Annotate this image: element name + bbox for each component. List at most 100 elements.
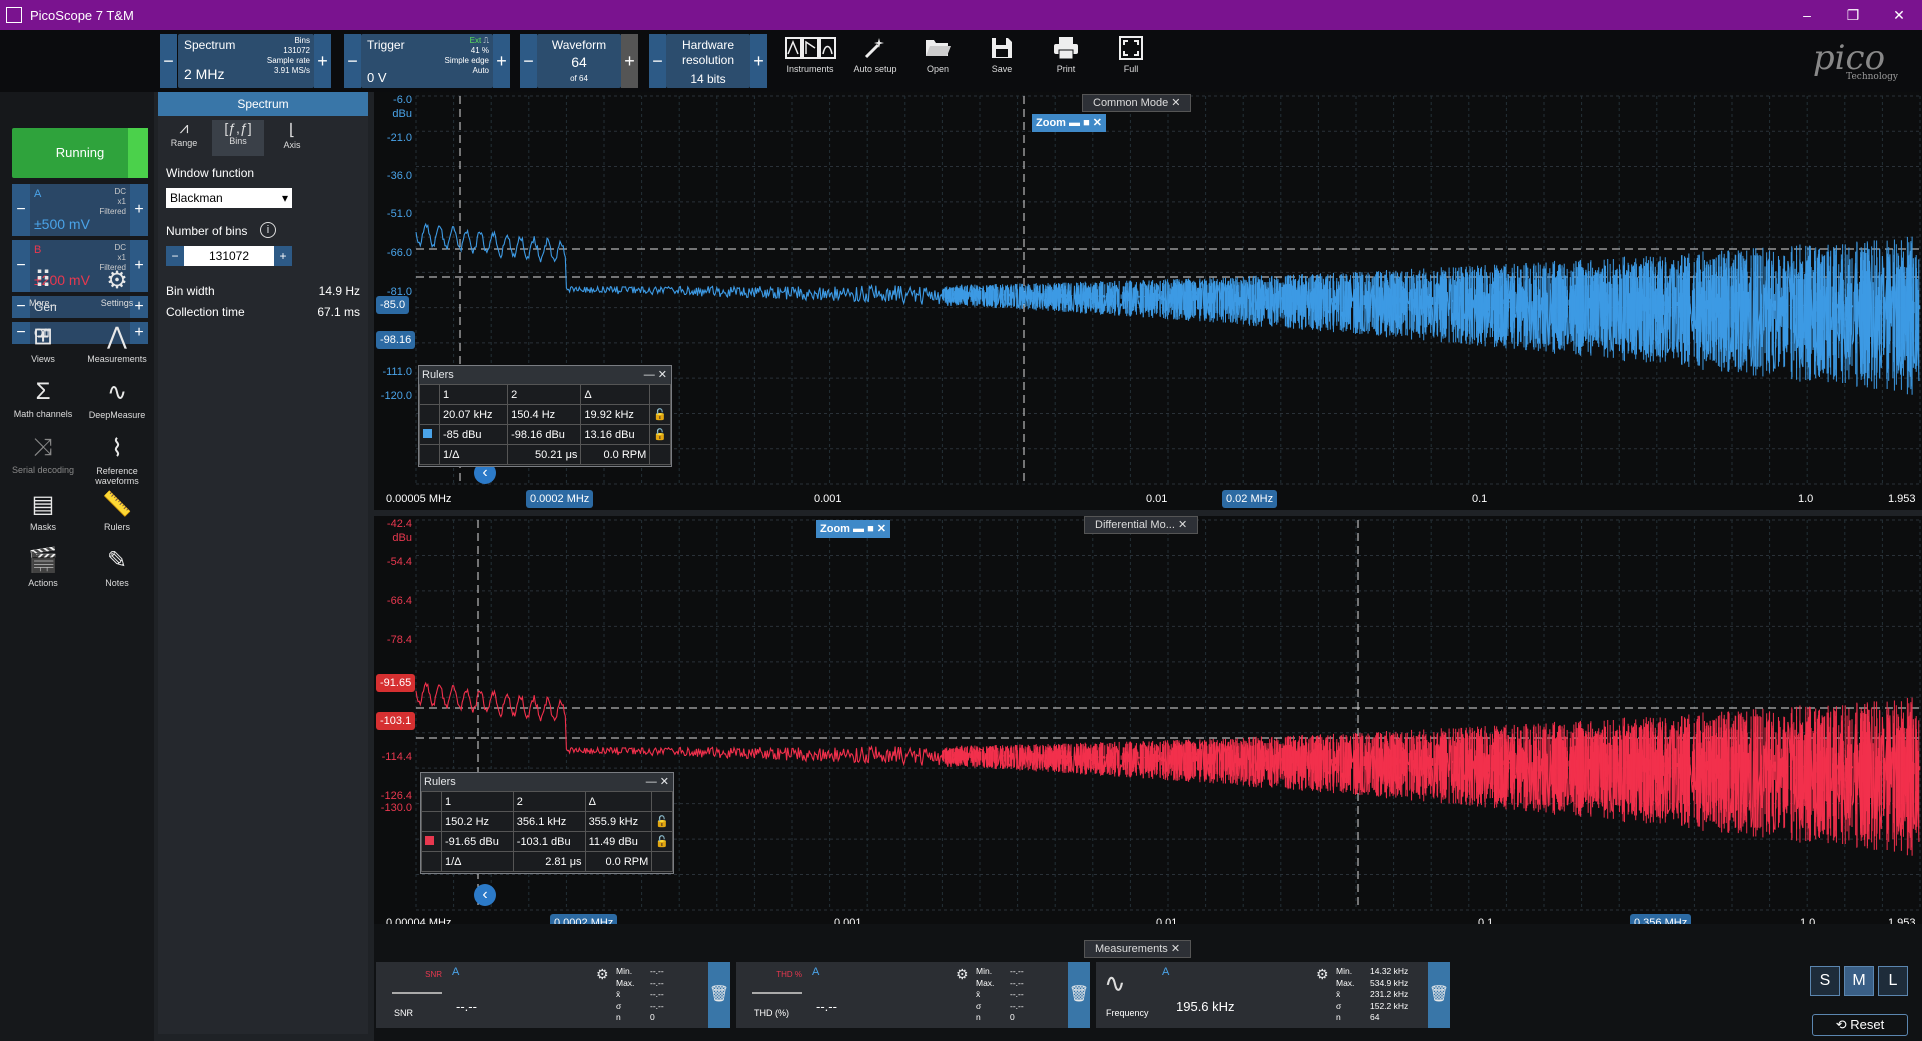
y-tick: -6.0 [393,94,412,106]
lock-icon[interactable]: 🔓 [651,811,673,832]
instruments-button[interactable]: Instruments [785,36,836,74]
bins-plus[interactable]: + [274,246,292,266]
trigger-setting[interactable]: Trigger 0 V Ext ⎍ 41 % Simple edge Auto [361,34,493,88]
full-screen-button[interactable]: Full [1106,36,1156,74]
open-button[interactable]: Open [913,36,963,74]
measurement-channel: A [1162,966,1170,978]
tab-bins[interactable]: [ƒ,ƒ] Bins [212,120,264,156]
x-ruler-tag-1[interactable]: 0.0002 MHz [526,490,594,508]
hardware-resolution-setting[interactable]: Hardware resolution 14 bits [666,34,750,88]
lock-icon[interactable]: 🔓 [649,404,671,425]
measurement-stats: 14.32 kHz 534.9 kHz 231.2 kHz 152.2 kHz 64 [1370,966,1409,1022]
hardware-plus-button[interactable]: + [750,34,767,88]
window-function-select[interactable]: Blackman ▾ [166,188,292,208]
gear-icon[interactable]: ⚙ [956,966,969,983]
delete-measurement-button[interactable]: 🗑 [1068,962,1090,1028]
minimize-button[interactable]: – [1784,0,1830,30]
bins-minus[interactable]: − [166,246,184,266]
masks-button[interactable]: ▤ Masks [8,490,78,532]
channel-a-plus[interactable]: + [130,184,148,236]
save-button[interactable]: Save [977,36,1027,74]
measurement-name: Frequency [1106,1008,1149,1018]
zoom-control[interactable]: Zoom ▬ ■ ✕ [1032,114,1106,132]
ruler-tag-1[interactable]: -91.65 [376,674,416,692]
spectrum-minus-button[interactable]: − [160,34,177,88]
x-tick: 1.0 [1798,493,1814,505]
measurement-snr[interactable]: SNR A SNR --.-- ⚙ Min. Max. x̄ σ n --.-- --.-… [376,962,730,1028]
restore-button[interactable]: ❐ [1830,0,1876,30]
serial-decoding-button[interactable]: ⤨ Serial decoding [8,434,78,475]
info-icon[interactable]: i [260,222,276,238]
y-tick: -66.0 [386,247,412,259]
number-of-bins-stepper[interactable]: − 131072 + [166,246,292,266]
spectrum-view-differential-mode[interactable]: Differential Mo... ✕ Zoom ▬ ■ ✕ -42.4 dB… [374,516,1922,936]
rulers-close-icon[interactable]: — ✕ [646,773,669,791]
tab-differential-mode[interactable]: Differential Mo... ✕ [1084,516,1199,534]
ruler-tag-1[interactable]: -85.0 [376,296,410,314]
math-channels-button[interactable]: Σ Math channels [8,378,78,419]
range-icon: ⩘ [179,120,189,137]
tab-measurements[interactable]: Measurements ✕ [1084,940,1192,958]
views-button[interactable]: ⊞ Views [8,322,78,364]
settings-button[interactable]: ⚙ Settings [82,266,152,308]
channel-a-control[interactable]: − A ±500 mV DC x1 Filtered + [12,184,148,236]
ruler-tag-2[interactable]: -103.1 [376,712,416,730]
gear-icon[interactable]: ⚙ [596,966,609,983]
y-unit: dBu [392,532,412,544]
close-button[interactable]: ✕ [1876,0,1922,30]
measurements-button[interactable]: ⋀ Measurements [82,322,152,364]
notes-button[interactable]: ✎ Notes [82,546,152,588]
measurement-frequency[interactable]: ∿ A Frequency 195.6 kHz ⚙ Min. Max. x̄ σ n 1… [1096,962,1450,1028]
rulers-table: Rulers — ✕ 12Δ 20.07 kHz 150.4 Hz 19.92 kHz… [418,365,672,467]
actions-button[interactable]: 🎬 Actions [8,546,78,588]
size-small-button[interactable]: S [1810,966,1840,996]
measurement-value: --.-- [816,999,837,1014]
spectrum-view-common-mode[interactable]: Common Mode ✕ Zoom ▬ ■ ✕ -6.0 dBu -21.0 … [374,92,1922,510]
x-tick: 0.01 [1146,493,1168,505]
print-button[interactable]: Print [1041,36,1091,74]
hardware-minus-button[interactable]: − [649,34,666,88]
deepmeasure-button[interactable]: ∿ DeepMeasure [82,378,152,420]
reset-button[interactable]: ⟲ Reset [1812,1014,1908,1036]
waveform-of: of 64 [570,74,588,83]
size-large-button[interactable]: L [1878,966,1908,996]
floppy-disk-icon [992,38,1012,58]
channel-a-minus[interactable]: − [12,184,30,236]
lock-icon[interactable]: 🔓 [651,831,673,852]
fullscreen-icon [1119,36,1143,60]
spectrum-setting[interactable]: Spectrum 2 MHz Bins 131072 Sample rate 3.91… [178,34,314,88]
waveform-value: 64 [571,54,587,70]
tab-common-mode[interactable]: Common Mode ✕ [1082,94,1192,112]
tab-axis[interactable]: ⌊ Axis [266,120,318,156]
tab-range[interactable]: ⩘ Range [158,120,210,156]
gear-icon[interactable]: ⚙ [1316,966,1329,983]
spectrum-plus-button[interactable]: + [314,34,331,88]
size-medium-button[interactable]: M [1844,966,1874,996]
y-tick: -114.4 [381,751,412,763]
lock-icon[interactable]: 🔓 [649,424,671,445]
delete-measurement-button[interactable]: 🗑 [708,962,730,1028]
x-tick: 0.001 [814,493,842,505]
spectrum-meta: Bins 131072 Sample rate 3.91 MS/s [266,36,310,75]
measurement-thd[interactable]: THD % A THD (%) --.-- ⚙ Min. Max. x̄ σ n --.… [736,962,1090,1028]
rulers-button[interactable]: 📏 Rulers [82,490,152,532]
run-stop-button[interactable]: Running [12,128,148,178]
waveform-setting[interactable]: Waveform 64 of 64 [537,34,621,88]
more-button[interactable]: ⠿ More... [8,266,78,308]
collection-time-label: Collection time [166,305,245,319]
zoom-control[interactable]: Zoom ▬ ■ ✕ [816,520,890,538]
trigger-minus-button[interactable]: − [344,34,361,88]
delete-measurement-button[interactable]: 🗑 [1428,962,1450,1028]
collapse-arrow-icon[interactable]: ‹ [474,884,496,906]
y-tick: -42.4 [386,518,412,530]
x-ruler-tag-2[interactable]: 0.02 MHz [1222,490,1278,508]
reference-waveforms-button[interactable]: ⌇ Reference waveforms [82,434,152,486]
rulers-close-icon[interactable]: — ✕ [644,366,667,384]
waveform-plus-button[interactable]: + [621,34,638,88]
ruler-tag-2[interactable]: -98.16 [376,331,416,349]
waveform-minus-button[interactable]: − [520,34,537,88]
auto-setup-button[interactable]: Auto setup [850,36,900,74]
y-tick: -120.0 [380,390,412,402]
trigger-plus-button[interactable]: + [493,34,510,88]
y-tick: -21.0 [386,132,412,144]
